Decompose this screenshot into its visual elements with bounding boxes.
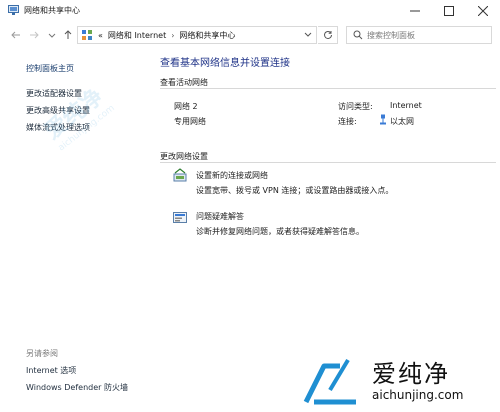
- breadcrumb-separator: ›: [171, 30, 175, 40]
- connections-label: 连接:: [338, 117, 357, 126]
- forward-arrow-icon: [29, 31, 39, 39]
- chevron-down-icon: [304, 32, 312, 37]
- setup-new-connection-link[interactable]: 设置新的连接或网络: [196, 170, 268, 181]
- refresh-icon: [323, 30, 332, 39]
- recent-locations-button[interactable]: [44, 24, 59, 46]
- breadcrumb-dropdown[interactable]: [304, 30, 312, 40]
- title-bar: 网络和共享中心: [0, 0, 500, 21]
- search-box[interactable]: 搜索控制面板: [346, 26, 492, 44]
- ethernet-icon: [379, 114, 387, 127]
- network-name: 网络 2: [174, 102, 198, 111]
- search-input[interactable]: 搜索控制面板: [367, 30, 415, 41]
- up-button[interactable]: [60, 24, 75, 46]
- network-profile-type: 专用网络: [174, 117, 206, 126]
- page-title: 查看基本网络信息并设置连接: [160, 58, 290, 69]
- minimize-button[interactable]: [398, 0, 432, 21]
- setup-new-connection-description: 设置宽带、拨号或 VPN 连接；或设置路由器或接入点。: [196, 186, 394, 195]
- network-center-icon: [8, 5, 19, 15]
- up-arrow-icon: [64, 30, 71, 39]
- maximize-button[interactable]: [432, 0, 466, 21]
- active-networks-heading: 查看活动网络: [160, 78, 208, 87]
- troubleshoot-icon: [173, 212, 187, 223]
- troubleshoot-problems-description: 诊断并修复网络问题，或者获得疑难解答信息。: [196, 227, 364, 236]
- watermark-left: 爱纯净 aichunjing.com: [37, 59, 171, 191]
- brand-name: 爱纯净: [372, 360, 450, 388]
- change-network-settings-heading: 更改网络设置: [160, 152, 208, 161]
- refresh-button[interactable]: [318, 26, 338, 44]
- internet-options-link[interactable]: Internet 选项: [26, 365, 76, 376]
- close-icon: [478, 5, 488, 16]
- window-title: 网络和共享中心: [24, 6, 80, 15]
- search-icon: [353, 30, 363, 40]
- maximize-icon: [444, 5, 454, 16]
- section-divider: [160, 162, 496, 163]
- breadcrumb-item-network-internet[interactable]: 网络和 Internet: [108, 30, 166, 41]
- windows-defender-firewall-link[interactable]: Windows Defender 防火墙: [26, 382, 128, 393]
- troubleshoot-problems-link[interactable]: 问题疑难解答: [196, 211, 244, 222]
- breadcrumb-overflow[interactable]: «: [98, 31, 103, 40]
- forward-button[interactable]: [26, 24, 41, 46]
- brand-logo-icon: [303, 358, 356, 405]
- access-type-label: 访问类型:: [338, 102, 373, 111]
- ethernet-connection-link[interactable]: 以太网: [390, 116, 414, 127]
- minimize-icon: [410, 10, 420, 11]
- access-type-value: Internet: [390, 101, 422, 110]
- back-arrow-icon: [10, 31, 20, 39]
- brand-watermark: 爱纯净 aichunjing.com: [300, 352, 496, 410]
- navigation-bar: « 网络和 Internet › 网络和共享中心 搜索控制面板: [0, 24, 500, 46]
- new-connection-icon: [173, 168, 187, 182]
- control-panel-home-link[interactable]: 控制面板主页: [26, 63, 74, 74]
- address-bar[interactable]: « 网络和 Internet › 网络和共享中心: [77, 26, 317, 44]
- chevron-down-icon: [48, 33, 55, 38]
- close-button[interactable]: [466, 0, 500, 21]
- see-also-heading: 另请参阅: [26, 349, 58, 358]
- section-divider: [160, 88, 496, 89]
- brand-url: aichunjing.com: [372, 388, 464, 402]
- control-panel-icon: [82, 30, 92, 40]
- back-button[interactable]: [8, 24, 23, 46]
- breadcrumb-item-network-sharing-center[interactable]: 网络和共享中心: [179, 30, 235, 41]
